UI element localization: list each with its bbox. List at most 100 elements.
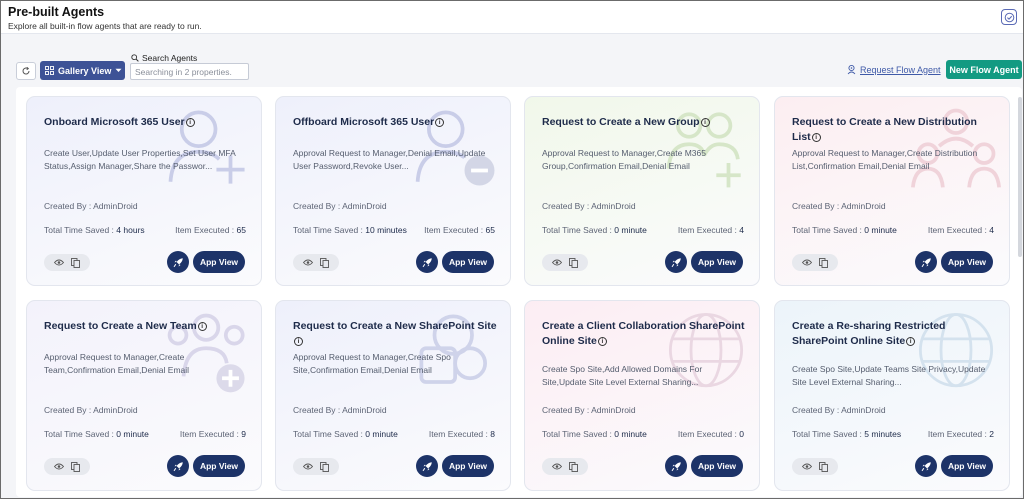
agent-card[interactable]: Request to Create a New Distribution Lis… (774, 96, 1010, 286)
app-view-button[interactable]: App View (193, 251, 245, 273)
copy-icon[interactable] (319, 257, 329, 268)
created-by: Created By : AdminDroid (792, 201, 886, 211)
card-action-pill (293, 254, 339, 271)
time-saved-value: 0 minute (614, 225, 647, 235)
rocket-icon (173, 461, 183, 471)
gallery-view-dropdown[interactable]: Gallery View (40, 61, 125, 80)
rocket-icon (671, 257, 681, 267)
items-executed: Item Executed : 4 (677, 225, 744, 235)
card-description: Create User,Update User Properties,Set U… (44, 148, 236, 171)
card-title: Request to Create a New Distribution Lis… (792, 116, 977, 143)
rocket-icon (422, 257, 432, 267)
eye-icon[interactable] (552, 463, 563, 470)
new-flow-agent-button[interactable]: New Flow Agent (946, 60, 1022, 79)
items-executed-value: 65 (236, 225, 246, 235)
card-title: Request to Create a New Team i (44, 319, 249, 334)
run-agent-button[interactable] (167, 455, 189, 477)
app-view-button[interactable]: App View (691, 251, 743, 273)
total-time-saved: Total Time Saved : 0 minute (542, 429, 647, 439)
request-flow-agent-link[interactable]: Request Flow Agent (846, 64, 941, 75)
eye-icon[interactable] (552, 259, 563, 266)
run-agent-button[interactable] (167, 251, 189, 273)
info-icon[interactable]: i (294, 337, 303, 346)
run-agent-button[interactable] (416, 455, 438, 477)
agent-card[interactable]: Offboard Microsoft 365 User i Approval Re… (275, 96, 511, 286)
search-icon (131, 54, 139, 62)
info-icon[interactable]: i (435, 118, 445, 127)
card-title: Request to Create a New SharePoint Sitei (293, 320, 497, 346)
card-action-pill (44, 458, 90, 475)
run-agent-button[interactable] (416, 251, 438, 273)
scrollbar-thumb[interactable] (1018, 97, 1022, 257)
eye-icon[interactable] (303, 463, 314, 470)
eye-icon[interactable] (54, 463, 65, 470)
card-description: Approval Request to Manager,Create Distr… (792, 148, 978, 171)
rocket-icon (921, 461, 931, 471)
refresh-icon (22, 66, 30, 75)
run-agent-button[interactable] (915, 251, 937, 273)
grid-icon (45, 66, 54, 75)
info-icon[interactable]: i (700, 118, 710, 127)
copy-icon[interactable] (70, 461, 80, 472)
time-saved-value: 10 minutes (365, 225, 407, 235)
items-executed: Item Executed : 9 (179, 429, 246, 439)
items-executed: Item Executed : 65 (175, 225, 246, 235)
total-time-saved: Total Time Saved : 10 minutes (293, 225, 407, 235)
copy-icon[interactable] (818, 461, 828, 472)
info-icon[interactable]: i (906, 337, 916, 346)
card-action-pill (542, 458, 588, 475)
card-description: Approval Request to Manager,Denial Email… (293, 148, 486, 171)
eye-icon[interactable] (802, 259, 813, 266)
info-icon[interactable]: i (597, 337, 607, 346)
agent-card[interactable]: Onboard Microsoft 365 User i Create User,… (26, 96, 262, 286)
refresh-button[interactable] (16, 62, 36, 80)
eye-icon[interactable] (802, 463, 813, 470)
agent-card[interactable]: Create a Re-sharing Restricted SharePoin… (774, 300, 1010, 491)
copy-icon[interactable] (818, 257, 828, 268)
card-title: Create a Re-sharing Restricted SharePoin… (792, 320, 946, 347)
app-view-button[interactable]: App View (941, 251, 993, 273)
checklist-icon[interactable] (1001, 9, 1017, 25)
app-view-button[interactable]: App View (193, 455, 245, 477)
items-executed: Item Executed : 0 (677, 429, 744, 439)
app-view-button[interactable]: App View (442, 251, 494, 273)
items-executed-value: 4 (739, 225, 744, 235)
total-time-saved: Total Time Saved : 0 minute (792, 225, 897, 235)
card-title: Onboard Microsoft 365 User i (44, 115, 249, 130)
copy-icon[interactable] (70, 257, 80, 268)
request-agent-icon (847, 64, 856, 75)
items-executed: Item Executed : 65 (424, 225, 495, 235)
card-title: Create a Client Collaboration SharePoint… (542, 320, 745, 347)
items-executed: Item Executed : 8 (428, 429, 495, 439)
search-input[interactable] (130, 63, 249, 80)
created-by: Created By : AdminDroid (293, 405, 387, 415)
page-subtitle: Explore all built-in flow agents that ar… (8, 21, 202, 31)
scrollbar[interactable] (1018, 87, 1022, 497)
card-action-pill (44, 254, 90, 271)
card-description: Create Spo Site,Update Teams Site Privac… (792, 364, 986, 387)
info-icon[interactable]: i (185, 118, 195, 127)
eye-icon[interactable] (54, 259, 65, 266)
info-icon[interactable]: i (811, 133, 821, 142)
run-agent-button[interactable] (915, 455, 937, 477)
run-agent-button[interactable] (665, 455, 687, 477)
copy-icon[interactable] (319, 461, 329, 472)
agent-card[interactable]: Request to Create a New SharePoint Sitei… (275, 300, 511, 491)
items-executed-value: 8 (490, 429, 495, 439)
eye-icon[interactable] (303, 259, 314, 266)
app-view-button[interactable]: App View (442, 455, 494, 477)
time-saved-value: 0 minute (614, 429, 647, 439)
copy-icon[interactable] (568, 461, 578, 472)
agent-card[interactable]: Create a Client Collaboration SharePoint… (524, 300, 760, 491)
run-agent-button[interactable] (665, 251, 687, 273)
chevron-down-icon (115, 68, 122, 72)
agent-card[interactable]: Request to Create a New Team i Approval R… (26, 300, 262, 491)
page-header: Pre-built Agents Explore all built-in fl… (1, 1, 1023, 34)
info-icon[interactable]: i (197, 322, 207, 331)
agent-card[interactable]: Request to Create a New Group i Approval … (524, 96, 760, 286)
app-view-button[interactable]: App View (691, 455, 743, 477)
copy-icon[interactable] (568, 257, 578, 268)
items-executed: Item Executed : 4 (927, 225, 994, 235)
app-view-button[interactable]: App View (941, 455, 993, 477)
items-executed-value: 65 (485, 225, 495, 235)
